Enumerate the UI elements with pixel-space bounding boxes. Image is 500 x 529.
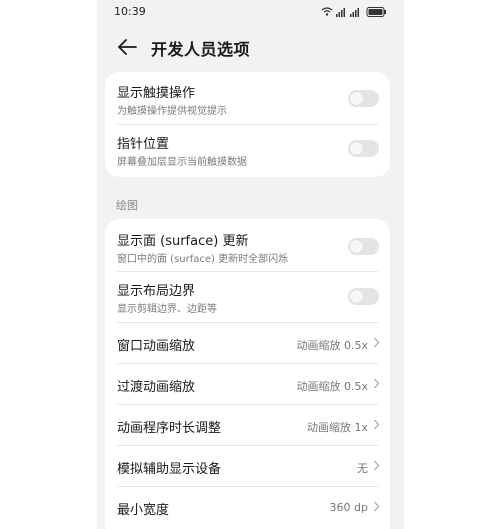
row-title: 动画程序时长调整	[117, 421, 222, 436]
status-icons	[321, 6, 387, 18]
row-title: 显示触摸操作	[117, 86, 196, 101]
row-subtitle: 窗口中的面 (surface) 更新时全部闪烁	[117, 254, 289, 265]
row-value: 无	[357, 462, 368, 475]
row-title: 显示面 (surface) 更新	[117, 234, 249, 249]
row-show-touches[interactable]: 显示触摸操作 为触摸操作提供视觉提示	[105, 72, 390, 124]
chevron-right-icon	[374, 337, 380, 348]
row-title: 模拟辅助显示设备	[117, 462, 222, 477]
card-touch-options: 显示触摸操作 为触摸操作提供视觉提示 指针位置 屏幕叠加层显示当前触摸数据	[105, 72, 390, 177]
row-value: 动画缩放 0.5x	[296, 380, 369, 393]
phone-screen: 10:39 开发人员选项 显示触摸操作 为触摸操作提供视觉提示 指针位置 屏幕叠…	[97, 0, 404, 529]
app-header: 开发人员选项	[97, 30, 404, 64]
row-title: 显示布局边界	[117, 284, 196, 299]
row-value: 动画缩放 0.5x	[296, 339, 369, 352]
row-title: 窗口动画缩放	[117, 339, 196, 354]
show-touches-toggle[interactable]	[348, 90, 379, 107]
back-arrow-icon[interactable]	[116, 37, 138, 57]
signal-icon-2	[350, 8, 359, 17]
card-drawing: 显示面 (surface) 更新 窗口中的面 (surface) 更新时全部闪烁…	[105, 219, 390, 529]
row-title: 指针位置	[117, 137, 170, 152]
row-pointer-location[interactable]: 指针位置 屏幕叠加层显示当前触摸数据	[105, 125, 390, 177]
wifi-icon	[321, 7, 333, 16]
chevron-right-icon	[374, 419, 380, 430]
row-simulate-secondary-display[interactable]: 模拟辅助显示设备 无	[105, 446, 390, 486]
battery-icon	[366, 7, 386, 17]
row-title: 过渡动画缩放	[117, 380, 196, 395]
signal-icon-1	[336, 8, 345, 17]
row-subtitle: 显示剪辑边界、边距等	[117, 304, 217, 315]
chevron-right-icon	[374, 378, 380, 389]
status-time: 10:39	[114, 5, 146, 18]
row-show-surface-updates[interactable]: 显示面 (surface) 更新 窗口中的面 (surface) 更新时全部闪烁	[105, 219, 390, 270]
row-smallest-width[interactable]: 最小宽度 360 dp	[105, 487, 390, 527]
row-value: 360 dp	[329, 501, 368, 514]
row-window-animation-scale[interactable]: 窗口动画缩放 动画缩放 0.5x	[105, 323, 390, 363]
chevron-right-icon	[374, 501, 380, 512]
layout-bounds-toggle[interactable]	[348, 288, 379, 305]
pointer-location-toggle[interactable]	[348, 140, 379, 157]
page-title: 开发人员选项	[151, 40, 251, 59]
row-value: 动画缩放 1x	[306, 421, 368, 434]
chevron-right-icon	[374, 460, 380, 471]
row-transition-animation-scale[interactable]: 过渡动画缩放 动画缩放 0.5x	[105, 364, 390, 404]
status-bar: 10:39	[97, 0, 404, 24]
section-label-drawing: 绘图	[116, 199, 138, 212]
row-animator-duration-scale[interactable]: 动画程序时长调整 动画缩放 1x	[105, 405, 390, 445]
row-title: 最小宽度	[117, 503, 170, 518]
surface-updates-toggle[interactable]	[348, 238, 379, 255]
row-subtitle: 为触摸操作提供视觉提示	[117, 106, 227, 117]
row-subtitle: 屏幕叠加层显示当前触摸数据	[117, 157, 247, 168]
row-show-layout-bounds[interactable]: 显示布局边界 显示剪辑边界、边距等	[105, 272, 390, 322]
